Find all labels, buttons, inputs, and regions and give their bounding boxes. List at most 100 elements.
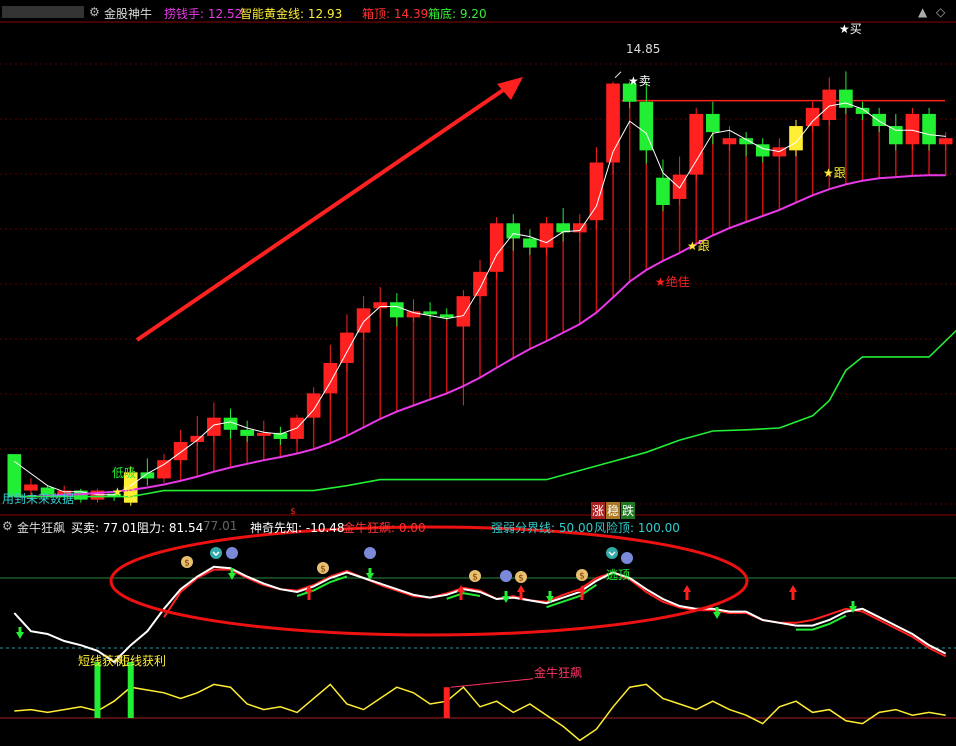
money-bag-symbol: $ bbox=[184, 559, 190, 569]
highlight-ellipse bbox=[109, 525, 749, 637]
candle-body bbox=[506, 223, 521, 239]
up-arrow bbox=[789, 585, 797, 600]
candle-body bbox=[922, 113, 936, 145]
chart-canvas: $$$ $ $$ bbox=[0, 21, 956, 742]
main-price-plot bbox=[7, 71, 956, 506]
candle-body bbox=[722, 138, 737, 145]
candle-body bbox=[905, 113, 920, 145]
gold-bull-label: 金牛狂飙 bbox=[534, 666, 583, 680]
golden-line-readout: 智能黄金线: 12.93 bbox=[240, 7, 343, 21]
sell-text: 卖 bbox=[638, 74, 651, 88]
candle-body bbox=[523, 238, 537, 248]
box-top-readout: 箱顶: 14.39 bbox=[362, 7, 429, 21]
settings-icon[interactable]: ⚙ bbox=[89, 5, 100, 19]
candle-body bbox=[256, 432, 271, 436]
money-bag-symbol: $ bbox=[579, 572, 585, 582]
grid-lines bbox=[0, 21, 956, 516]
zhang-badge[interactable]: 涨 bbox=[591, 502, 606, 519]
down-arrow bbox=[502, 591, 510, 603]
low-buy-label: 低吸 bbox=[112, 466, 137, 480]
candle-body bbox=[356, 308, 371, 333]
buy-signal-label: ★买 bbox=[839, 22, 862, 36]
candle-body bbox=[390, 302, 404, 318]
shen-qi-readout: 神奇先知: -10.48 bbox=[250, 521, 345, 535]
blurred-stock-code bbox=[2, 6, 84, 18]
candle-body bbox=[539, 223, 554, 248]
sub-indicator-plot: $$$ $ $$ bbox=[0, 507, 956, 742]
follow-text-mid: 跟 bbox=[697, 239, 710, 253]
sad-face-icon bbox=[226, 547, 238, 559]
peak-price-label: 14.85 bbox=[626, 42, 661, 56]
candle-body bbox=[706, 113, 720, 133]
short-profit-bar bbox=[127, 662, 134, 718]
money-bag-symbol: $ bbox=[320, 565, 326, 575]
best-text: 绝佳 bbox=[665, 275, 690, 289]
die-badge[interactable]: 跌 bbox=[621, 502, 636, 519]
yellow-indicator-line bbox=[14, 683, 946, 742]
candle-body bbox=[240, 429, 254, 436]
candle-body bbox=[190, 435, 205, 442]
follow-signal-right: ★跟 bbox=[823, 166, 846, 180]
candle-body bbox=[789, 126, 803, 151]
future-data-warning: 用到未来数据 bbox=[2, 492, 75, 506]
down-arrow bbox=[16, 627, 24, 639]
escape-top-label: 逃顶 bbox=[606, 568, 631, 582]
chevron-badge-icon bbox=[210, 547, 222, 559]
chevron-badge-icon bbox=[606, 547, 618, 559]
red-indicator-line bbox=[163, 568, 947, 658]
short-profit-label-2: 短线获利 bbox=[118, 654, 167, 668]
candle-body bbox=[306, 393, 321, 418]
candle-body bbox=[689, 113, 704, 175]
expand-icon[interactable]: ◇ bbox=[936, 5, 945, 19]
candle-body bbox=[207, 417, 221, 436]
candle-body bbox=[656, 177, 670, 206]
peak-leader bbox=[614, 71, 622, 79]
candle-body bbox=[672, 174, 687, 199]
trend-arrow-head bbox=[497, 77, 523, 100]
candle-body bbox=[173, 441, 188, 461]
candle-body bbox=[439, 314, 454, 318]
short-profit-bar bbox=[94, 662, 101, 718]
box-bottom-readout: 箱底: 9.20 bbox=[428, 7, 487, 21]
follow-text-right: 跟 bbox=[833, 166, 846, 180]
stock-name: 金股神牛 bbox=[104, 7, 153, 21]
candle-body bbox=[423, 311, 437, 315]
sad-face-icon bbox=[500, 570, 512, 582]
sell-signal-label: ★卖 bbox=[628, 74, 651, 88]
risk-top-readout: 风险顶: 100.00 bbox=[594, 521, 680, 535]
mai-mai-readout: 买卖: 77.01 bbox=[71, 521, 138, 535]
strength-divider-readout: 强弱分界线: 50.00 bbox=[491, 521, 594, 535]
money-bag-symbol: $ bbox=[518, 574, 524, 584]
main-header: ⚙ 金股神牛 捞钱手: 12.52 智能黄金线: 12.93 箱顶: 14.39… bbox=[0, 0, 956, 24]
zu-li-2-readout: 77.01 bbox=[203, 519, 238, 533]
candle-body bbox=[888, 126, 903, 145]
sad-face-icon bbox=[621, 552, 633, 564]
candle-body bbox=[340, 332, 354, 363]
candle-body bbox=[373, 302, 388, 309]
green-indicator-segment bbox=[296, 575, 348, 597]
follow-signal-mid: ★跟 bbox=[687, 239, 710, 253]
candle-body bbox=[473, 271, 487, 297]
indicator-header: ⚙ 金牛狂飙 买卖: 77.01 阻力: 81.54 77.01 神奇先知: -… bbox=[0, 516, 956, 536]
candle-body bbox=[938, 138, 953, 145]
follow-text-left: 跟 bbox=[122, 485, 135, 499]
candle-body bbox=[323, 362, 338, 394]
best-signal-label: ★绝佳 bbox=[655, 275, 690, 289]
follow-signal-left: ★跟 bbox=[112, 485, 135, 499]
lao-qian-shou-readout: 捞钱手: 12.52 bbox=[164, 7, 243, 21]
jin-niu-readout: 金牛狂飙: 0.00 bbox=[343, 521, 426, 535]
indicator-name: 金牛狂飙 bbox=[17, 521, 66, 535]
indicator-settings-icon[interactable]: ⚙ bbox=[2, 519, 13, 533]
candle-body bbox=[639, 101, 654, 151]
zu-li-readout: 阻力: 81.54 bbox=[137, 521, 204, 535]
wen-badge[interactable]: 稳 bbox=[606, 502, 621, 519]
gold-bull-leader bbox=[450, 678, 534, 688]
candle-body bbox=[456, 296, 471, 327]
gold-bull-spike bbox=[443, 687, 450, 718]
candle-body bbox=[157, 460, 171, 479]
up-arrow bbox=[683, 585, 691, 600]
money-bag-symbol: $ bbox=[472, 573, 478, 583]
buy-text: 买 bbox=[849, 22, 862, 36]
collapse-up-icon[interactable]: ▲ bbox=[918, 5, 927, 19]
sad-face-icon bbox=[364, 547, 376, 559]
